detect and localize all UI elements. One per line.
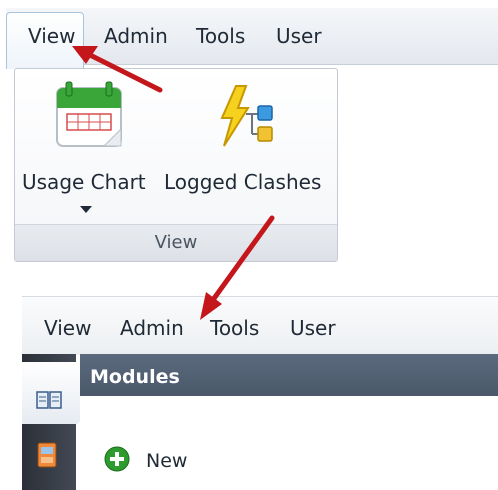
top-screenshot: View Admin Tools User View Usage Chart L… [0, 0, 498, 262]
bottom-screenshot: View Admin Tools User Modules New [0, 296, 498, 490]
bottom-menubar [22, 296, 498, 355]
usage-chart-label: Usage Chart [22, 170, 146, 194]
menu-admin[interactable]: Admin [104, 26, 168, 46]
module-icon[interactable] [36, 442, 58, 468]
logged-clashes-button[interactable]: Logged Clashes [162, 74, 332, 204]
lightning-hierarchy-icon [220, 85, 273, 147]
usage-chart-button[interactable]: Usage Chart [18, 74, 158, 222]
usage-chart-dropdown-arrow-icon[interactable] [80, 206, 92, 213]
logged-clashes-label: Logged Clashes [164, 170, 322, 194]
calendar-chart-icon [56, 81, 122, 147]
rail-tab-modules[interactable] [22, 362, 80, 424]
modules-title: Modules [90, 366, 180, 388]
menu-user-bottom[interactable]: User [290, 318, 336, 338]
menu-admin-bottom[interactable]: Admin [120, 318, 184, 338]
menu-view[interactable]: View [28, 26, 75, 46]
book-icon [36, 391, 62, 409]
new-button-label[interactable]: New [146, 450, 187, 472]
ribbon-group-label: View [154, 232, 198, 253]
menu-user[interactable]: User [276, 26, 322, 46]
menu-tools-bottom[interactable]: Tools [210, 318, 259, 338]
add-circle-icon [104, 446, 130, 472]
menu-view-bottom[interactable]: View [44, 318, 91, 338]
menu-tools[interactable]: Tools [196, 26, 245, 46]
